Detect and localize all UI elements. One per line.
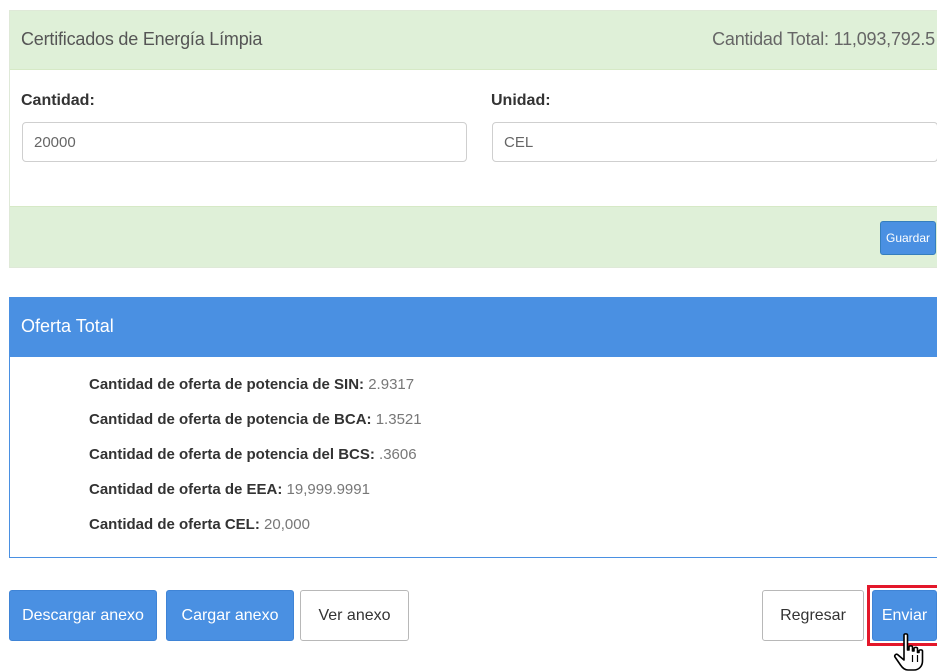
oferta-total-title: Oferta Total bbox=[21, 316, 114, 336]
cel-panel-footer: Guardar bbox=[10, 206, 937, 267]
oferta-row-value: 19,999.9991 bbox=[286, 481, 370, 498]
descargar-anexo-button[interactable]: Descargar anexo bbox=[9, 590, 157, 641]
oferta-list: Cantidad de oferta de potencia de SIN: 2… bbox=[89, 376, 422, 551]
cargar-anexo-button[interactable]: Cargar anexo bbox=[166, 590, 294, 641]
oferta-total-header: Oferta Total bbox=[10, 298, 937, 357]
oferta-row-value: .3606 bbox=[379, 446, 417, 463]
oferta-row-value: 1.3521 bbox=[375, 411, 422, 428]
unidad-input[interactable]: CEL bbox=[492, 122, 937, 162]
oferta-row-eea: Cantidad de oferta de EEA: 19,999.9991 bbox=[89, 481, 422, 516]
hand-pointer-icon bbox=[893, 633, 924, 671]
oferta-row-label: Cantidad de oferta de potencia de SIN: bbox=[89, 376, 365, 393]
oferta-row-label: Cantidad de oferta de potencia del BCS: bbox=[89, 446, 375, 463]
unidad-label: Unidad: bbox=[491, 92, 551, 109]
regresar-button[interactable]: Regresar bbox=[762, 590, 864, 641]
oferta-row-bcs: Cantidad de oferta de potencia del BCS: … bbox=[89, 446, 422, 481]
oferta-total-panel: Oferta Total Cantidad de oferta de poten… bbox=[9, 297, 937, 558]
oferta-row-value: 2.9317 bbox=[368, 376, 415, 393]
oferta-row-label: Cantidad de oferta de potencia de BCA: bbox=[89, 411, 372, 428]
oferta-row-label: Cantidad de oferta de EEA: bbox=[89, 481, 283, 498]
cel-panel-header: Certificados de Energía Límpia Cantidad … bbox=[10, 11, 937, 70]
oferta-row-bca: Cantidad de oferta de potencia de BCA: 1… bbox=[89, 411, 422, 446]
guardar-button[interactable]: Guardar bbox=[880, 221, 936, 255]
ver-anexo-button[interactable]: Ver anexo bbox=[300, 590, 409, 641]
cel-panel: Certificados de Energía Límpia Cantidad … bbox=[9, 10, 937, 268]
cel-panel-title: Certificados de Energía Límpia bbox=[21, 29, 263, 49]
oferta-row-value: 20,000 bbox=[264, 516, 310, 533]
cantidad-label: Cantidad: bbox=[21, 92, 95, 109]
cantidad-total: Cantidad Total: 11,093,792.5 bbox=[712, 29, 935, 49]
oferta-row-label: Cantidad de oferta CEL: bbox=[89, 516, 260, 533]
oferta-row-cel: Cantidad de oferta CEL: 20,000 bbox=[89, 516, 422, 551]
oferta-row-sin: Cantidad de oferta de potencia de SIN: 2… bbox=[89, 376, 422, 411]
cantidad-input[interactable]: 20000 bbox=[22, 122, 467, 162]
